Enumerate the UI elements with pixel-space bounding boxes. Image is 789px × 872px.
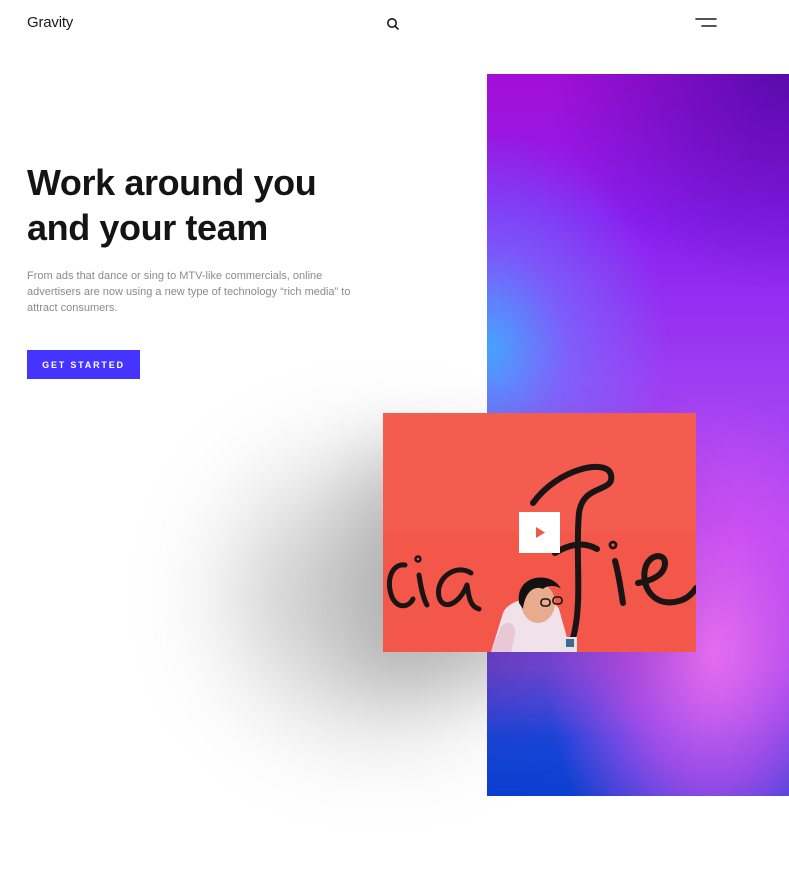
search-icon [387, 18, 399, 30]
hero-title: Work around you and your team [27, 162, 317, 248]
logo[interactable]: Gravity [27, 14, 73, 31]
menu-button[interactable] [694, 16, 718, 30]
get-started-button[interactable]: GET STARTED [27, 350, 140, 379]
play-icon [536, 527, 545, 538]
hero-subtitle: From ads that dance or sing to MTV-like … [27, 270, 351, 314]
search-button[interactable] [385, 16, 401, 32]
play-button[interactable] [519, 512, 560, 553]
hamburger-menu-icon [695, 18, 717, 27]
landing-page: Gravity Work around you and your team Fr… [0, 0, 789, 872]
video-thumbnail[interactable] [383, 413, 696, 652]
